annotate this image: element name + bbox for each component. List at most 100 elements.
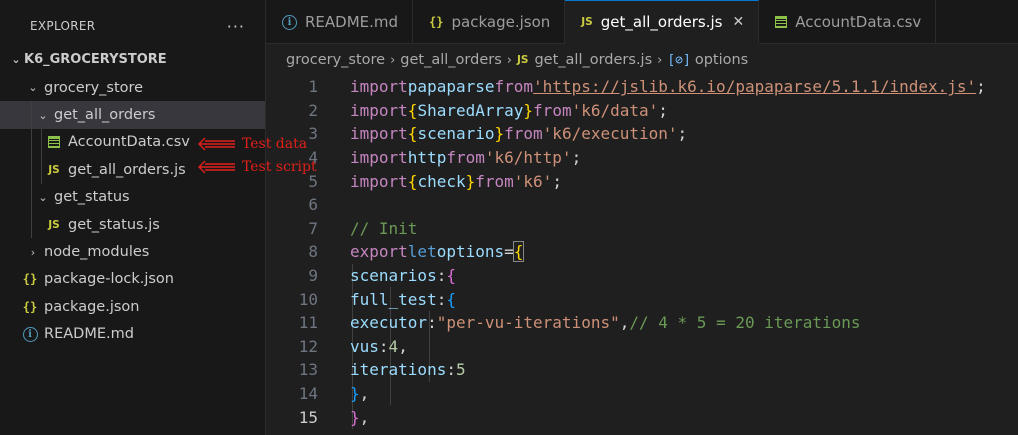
code-editor[interactable]: 1 import papaparse from 'https://jslib.k… xyxy=(266,75,1018,435)
tree-item-grocery-store[interactable]: ⌄ grocery_store xyxy=(0,74,265,101)
tree-item-label: get_all_orders.js xyxy=(68,161,186,178)
code-line: 4 import http from 'k6/http'; xyxy=(266,146,1018,170)
red-arrow-icon xyxy=(198,137,235,151)
tab-label: AccountData.csv xyxy=(795,13,922,31)
tab-label: README.md xyxy=(305,13,399,31)
chevron-down-icon: ⌄ xyxy=(28,81,38,95)
tab-label: package.json xyxy=(451,13,551,31)
chevron-right-icon: › xyxy=(506,52,512,68)
line-number: 5 xyxy=(308,171,318,191)
info-icon: i xyxy=(282,14,297,30)
tab-get-all-orders-js[interactable]: JS get_all_orders.js ✕ xyxy=(565,0,760,44)
json-file-icon: {} xyxy=(22,272,38,287)
json-file-icon: {} xyxy=(429,15,444,29)
tree-item-get-all-orders[interactable]: ⌄ get_all_orders xyxy=(0,101,265,129)
csv-file-icon xyxy=(775,16,788,28)
tree-item-package-json[interactable]: {} package.json xyxy=(0,293,265,320)
explorer-sidebar: EXPLORER ··· ⌄ K6_GROCERYSTORE ⌄ grocery… xyxy=(0,0,266,435)
indent-guide xyxy=(41,128,42,157)
code-line: 2 import { SharedArray } from 'k6/data'; xyxy=(266,99,1018,123)
chevron-down-icon: ⌄ xyxy=(38,190,48,204)
tree-item-label: README.md xyxy=(44,326,134,343)
tree-item-label: package-lock.json xyxy=(44,271,174,288)
code-line-current: 15 }, xyxy=(266,405,1018,429)
indent-guide xyxy=(31,156,32,184)
code-text: import papaparse from 'https://jslib.k6.… xyxy=(350,77,986,97)
chevron-down-icon: ⌄ xyxy=(11,52,21,66)
tree-item-readme-md[interactable]: i README.md xyxy=(0,321,265,348)
code-text: iterations: 5 xyxy=(350,360,466,380)
more-actions-icon[interactable]: ··· xyxy=(227,17,245,36)
indent-guide xyxy=(31,183,32,211)
indent-guide xyxy=(390,381,391,406)
line-number: 4 xyxy=(308,148,318,168)
tree-item-label: get_status.js xyxy=(68,216,160,233)
breadcrumb-item[interactable]: grocery_store xyxy=(286,52,385,68)
code-line: 10 full_test: { xyxy=(266,287,1018,311)
line-number: 11 xyxy=(298,313,318,333)
tree-item-label: package.json xyxy=(44,298,140,315)
code-line: 7 // Init xyxy=(266,217,1018,241)
tree-item-label: get_all_orders xyxy=(54,107,156,124)
line-number: 6 xyxy=(308,195,318,215)
line-number: 15 xyxy=(298,407,318,427)
code-line: 1 import papaparse from 'https://jslib.k… xyxy=(266,75,1018,99)
js-file-icon: JS xyxy=(581,16,593,28)
line-number: 2 xyxy=(308,100,318,120)
tab-label: get_all_orders.js xyxy=(600,13,723,31)
code-line: 6 xyxy=(266,193,1018,217)
tab-readme-md[interactable]: i README.md xyxy=(266,0,414,44)
code-text: import http from 'k6/http'; xyxy=(350,148,582,168)
code-text: export let options = { xyxy=(350,241,525,263)
indent-guide xyxy=(31,210,32,239)
tree-item-node-modules[interactable]: › node_modules xyxy=(0,238,265,265)
explorer-title: EXPLORER xyxy=(30,19,96,33)
code-text: import { check } from 'k6'; xyxy=(350,171,562,191)
chevron-right-icon: › xyxy=(390,52,396,68)
code-text: import { SharedArray } from 'k6/data'; xyxy=(350,100,668,120)
code-line: 11 executor: "per-vu-iterations", // 4 *… xyxy=(266,310,1018,335)
breadcrumb-item[interactable]: options xyxy=(695,52,748,68)
info-icon: i xyxy=(22,326,38,342)
breadcrumb-item[interactable]: get_all_orders xyxy=(400,52,501,68)
code-text: }, xyxy=(350,384,370,404)
code-text: executor: "per-vu-iterations", // 4 * 5 … xyxy=(350,313,861,333)
json-file-icon: {} xyxy=(22,299,38,314)
breadcrumb: grocery_store › get_all_orders › JS get_… xyxy=(266,45,1018,75)
line-number: 9 xyxy=(308,266,318,286)
file-tree: ⌄ grocery_store ⌄ get_all_orders Account… xyxy=(0,74,265,348)
tree-item-package-lock-json[interactable]: {} package-lock.json xyxy=(0,266,265,293)
js-file-icon: JS xyxy=(48,163,60,176)
indent-guide xyxy=(31,128,32,157)
code-text: vus: 4, xyxy=(350,336,408,356)
explorer-header: EXPLORER ··· xyxy=(0,0,265,52)
code-text: }, xyxy=(350,407,370,427)
code-line: 9 scenarios: { xyxy=(266,263,1018,288)
tree-item-label: node_modules xyxy=(44,244,150,261)
tree-item-get-status[interactable]: ⌄ get_status xyxy=(0,183,265,211)
tab-package-json[interactable]: {} package.json xyxy=(413,0,566,44)
close-icon[interactable]: ✕ xyxy=(732,14,744,30)
line-number: 12 xyxy=(298,336,318,356)
project-section-header[interactable]: ⌄ K6_GROCERYSTORE xyxy=(0,48,265,70)
breadcrumb-item[interactable]: get_all_orders.js xyxy=(534,52,652,68)
code-text: import { scenario } from 'k6/execution'; xyxy=(350,124,688,144)
line-number: 10 xyxy=(298,289,318,309)
js-file-icon: JS xyxy=(48,218,60,231)
tree-item-label: get_status xyxy=(54,189,130,206)
line-number: 1 xyxy=(308,77,318,97)
tree-item-label: AccountData.csv xyxy=(68,134,190,151)
tree-item-get-status-js[interactable]: JS get_status.js xyxy=(0,210,265,239)
line-number: 3 xyxy=(308,124,318,144)
tab-account-data-csv[interactable]: AccountData.csv xyxy=(759,0,937,44)
code-line: 3 import { scenario } from 'k6/execution… xyxy=(266,122,1018,146)
code-text: scenarios: { xyxy=(350,266,456,286)
chevron-right-icon: › xyxy=(30,245,36,259)
tree-item-label: grocery_store xyxy=(44,79,144,96)
variable-symbol-icon: [⊘] xyxy=(667,52,691,68)
line-number: 14 xyxy=(298,384,318,404)
code-text: // Init xyxy=(350,218,418,238)
code-line: 5 import { check } from 'k6'; xyxy=(266,169,1018,193)
project-name: K6_GROCERYSTORE xyxy=(24,51,167,67)
indent-guide xyxy=(41,156,42,184)
